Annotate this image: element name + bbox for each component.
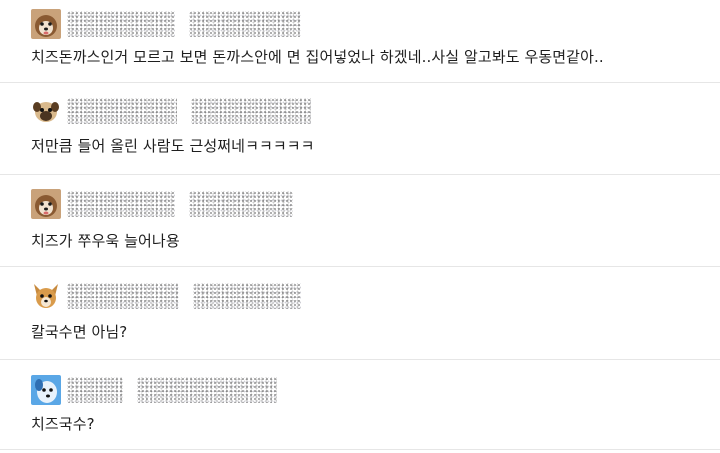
comment-author bbox=[31, 278, 301, 314]
blurred-username[interactable] bbox=[67, 11, 175, 37]
comment-item: 치즈가 쭈우욱 늘어나용 bbox=[0, 175, 720, 267]
comment-item: 치즈돈까스인거 모르고 보면 돈까스안에 면 집어넣었나 하겠네..사실 알고봐… bbox=[0, 0, 720, 83]
pug-dog-avatar-icon[interactable] bbox=[31, 96, 61, 126]
comment-item: 치즈국수? bbox=[0, 360, 720, 450]
blurred-username[interactable] bbox=[67, 283, 179, 309]
fox-dog-avatar-icon[interactable] bbox=[31, 281, 61, 311]
comment-text: 칼국수면 아님? bbox=[31, 323, 128, 341]
blurred-user-info bbox=[193, 283, 301, 309]
comment-item: 저만큼 들어 올린 사람도 근성쩌네ㅋㅋㅋㅋㅋ bbox=[0, 83, 720, 175]
comment-text: 치즈가 쭈우욱 늘어나용 bbox=[31, 232, 180, 250]
blurred-username[interactable] bbox=[67, 377, 123, 403]
comment-author bbox=[31, 186, 293, 222]
comment-author bbox=[31, 93, 311, 129]
blurred-user-info bbox=[137, 377, 277, 403]
blurred-user-info bbox=[189, 191, 293, 217]
blurred-user-info bbox=[191, 98, 311, 124]
brown-dog-avatar-icon[interactable] bbox=[31, 189, 61, 219]
brown-dog-avatar-icon[interactable] bbox=[31, 9, 61, 39]
comment-text: 저만큼 들어 올린 사람도 근성쩌네ㅋㅋㅋㅋㅋ bbox=[31, 137, 315, 155]
comment-author bbox=[31, 372, 277, 408]
blurred-user-info bbox=[189, 11, 301, 37]
blurred-username[interactable] bbox=[67, 191, 175, 217]
blurred-username[interactable] bbox=[67, 98, 177, 124]
comment-text: 치즈국수? bbox=[31, 415, 95, 433]
comment-text: 치즈돈까스인거 모르고 보면 돈까스안에 면 집어넣었나 하겠네..사실 알고봐… bbox=[31, 48, 604, 66]
blue-dog-avatar-icon[interactable] bbox=[31, 375, 61, 405]
comment-author bbox=[31, 6, 301, 42]
comment-item: 칼국수면 아님? bbox=[0, 267, 720, 360]
comment-list: 치즈돈까스인거 모르고 보면 돈까스안에 면 집어넣었나 하겠네..사실 알고봐… bbox=[0, 0, 720, 453]
